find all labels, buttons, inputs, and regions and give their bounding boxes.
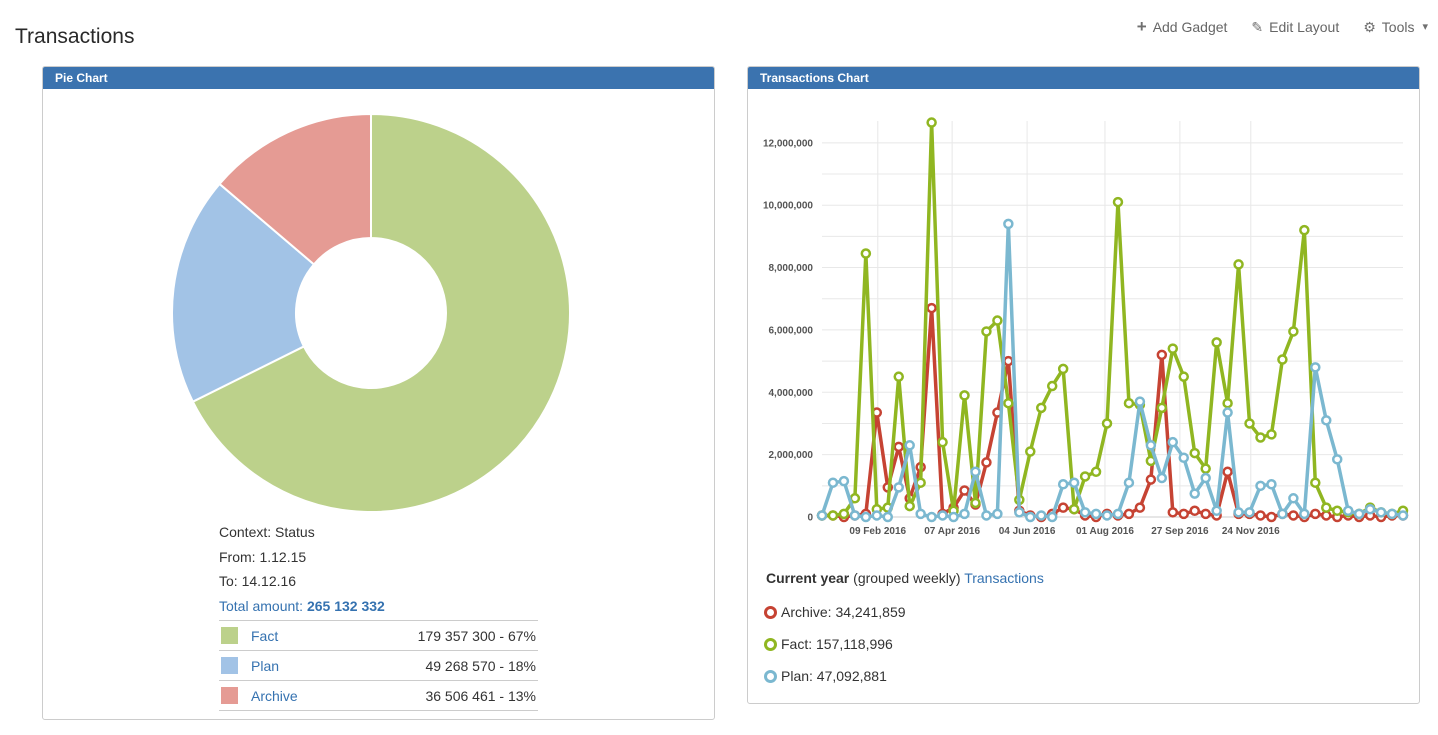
fact-link[interactable]: Fact bbox=[251, 628, 418, 644]
archive-swatch bbox=[221, 687, 238, 704]
fact-ring-icon bbox=[764, 638, 777, 651]
tools-label: Tools bbox=[1382, 19, 1415, 35]
fact-swatch bbox=[221, 627, 238, 644]
pie-chart-gadget: Pie Chart Context: Status From: 1.12.15 … bbox=[42, 66, 715, 720]
dashboard-toolbar: + Add Gadget ✎ Edit Layout ⚙ Tools ▾ bbox=[1137, 18, 1428, 35]
chart-legend: Archive: 34,241,859 Fact: 157,118,996 Pl… bbox=[764, 596, 1419, 692]
plan-value: 49 268 570 - 18% bbox=[425, 658, 536, 674]
pie-chart[interactable] bbox=[43, 89, 712, 513]
page-title: Transactions bbox=[15, 25, 134, 49]
pie-legend-table: Fact 179 357 300 - 67% Plan 49 268 570 -… bbox=[219, 620, 538, 711]
add-gadget-button[interactable]: + Add Gadget bbox=[1137, 18, 1228, 35]
from-line: From: 1.12.15 bbox=[219, 545, 714, 570]
legend-item-fact: Fact: 157,118,996 bbox=[764, 628, 1419, 660]
add-gadget-label: Add Gadget bbox=[1153, 19, 1228, 35]
x-axis-tick-label: 27 Sep 2016 bbox=[1151, 526, 1209, 537]
x-axis-tick-label: 01 Aug 2016 bbox=[1076, 526, 1134, 537]
x-axis-tick-label: 24 Nov 2016 bbox=[1222, 526, 1280, 537]
table-row: Archive 36 506 461 - 13% bbox=[219, 680, 538, 711]
transactions-line-chart[interactable]: 0 2,000,000 4,000,000 6,000,000 8,000,000 10,… bbox=[748, 89, 1417, 547]
y-axis-tick-label: 6,000,000 bbox=[769, 325, 814, 336]
archive-value: 36 506 461 - 13% bbox=[425, 688, 536, 704]
gear-icon: ⚙ bbox=[1363, 20, 1376, 34]
pie-info-block: Context: Status From: 1.12.15 To: 14.12.… bbox=[219, 520, 714, 618]
series-fact-line[interactable] bbox=[822, 123, 1403, 516]
caption-grouping: (grouped weekly) bbox=[853, 570, 960, 586]
edit-layout-button[interactable]: ✎ Edit Layout bbox=[1251, 19, 1339, 35]
edit-layout-label: Edit Layout bbox=[1269, 19, 1339, 35]
pie-gadget-header: Pie Chart bbox=[43, 67, 714, 89]
x-axis-tick-label: 07 Apr 2016 bbox=[924, 526, 980, 537]
tools-menu-button[interactable]: ⚙ Tools ▾ bbox=[1363, 19, 1428, 35]
table-row: Fact 179 357 300 - 67% bbox=[219, 620, 538, 650]
y-axis-tick-label: 2,000,000 bbox=[769, 450, 814, 461]
y-axis-tick-label: 0 bbox=[807, 513, 813, 524]
transactions-chart-gadget: Transactions Chart 0 2,000,000 4,000,000 6,… bbox=[747, 66, 1420, 704]
total-amount-line: Total amount: 265 132 332 bbox=[219, 594, 714, 619]
x-axis-tick-label: 04 Jun 2016 bbox=[999, 526, 1056, 537]
context-line: Context: Status bbox=[219, 520, 714, 545]
transactions-link[interactable]: Transactions bbox=[964, 570, 1044, 586]
pencil-icon: ✎ bbox=[1251, 20, 1263, 34]
y-axis-tick-label: 4,000,000 bbox=[769, 388, 814, 399]
archive-ring-icon bbox=[764, 606, 777, 619]
y-axis-tick-label: 10,000,000 bbox=[763, 201, 813, 212]
plan-ring-icon bbox=[764, 670, 777, 683]
transactions-gadget-header: Transactions Chart bbox=[748, 67, 1419, 89]
chart-caption: Current year (grouped weekly) Transactio… bbox=[766, 568, 1419, 588]
archive-link[interactable]: Archive bbox=[251, 688, 425, 704]
y-axis-tick-label: 12,000,000 bbox=[763, 138, 813, 149]
total-amount-value: 265 132 332 bbox=[307, 598, 385, 614]
x-axis-tick-label: 09 Feb 2016 bbox=[849, 526, 906, 537]
caption-period: Current year bbox=[766, 570, 849, 586]
plan-link[interactable]: Plan bbox=[251, 658, 425, 674]
chevron-down-icon: ▾ bbox=[1422, 20, 1428, 33]
to-line: To: 14.12.16 bbox=[219, 569, 714, 594]
fact-value: 179 357 300 - 67% bbox=[418, 628, 536, 644]
legend-item-archive: Archive: 34,241,859 bbox=[764, 596, 1419, 628]
table-row: Plan 49 268 570 - 18% bbox=[219, 650, 538, 680]
legend-item-plan: Plan: 47,092,881 bbox=[764, 660, 1419, 692]
plan-swatch bbox=[221, 657, 238, 674]
y-axis-tick-label: 8,000,000 bbox=[769, 263, 814, 274]
plus-icon: + bbox=[1137, 18, 1147, 35]
